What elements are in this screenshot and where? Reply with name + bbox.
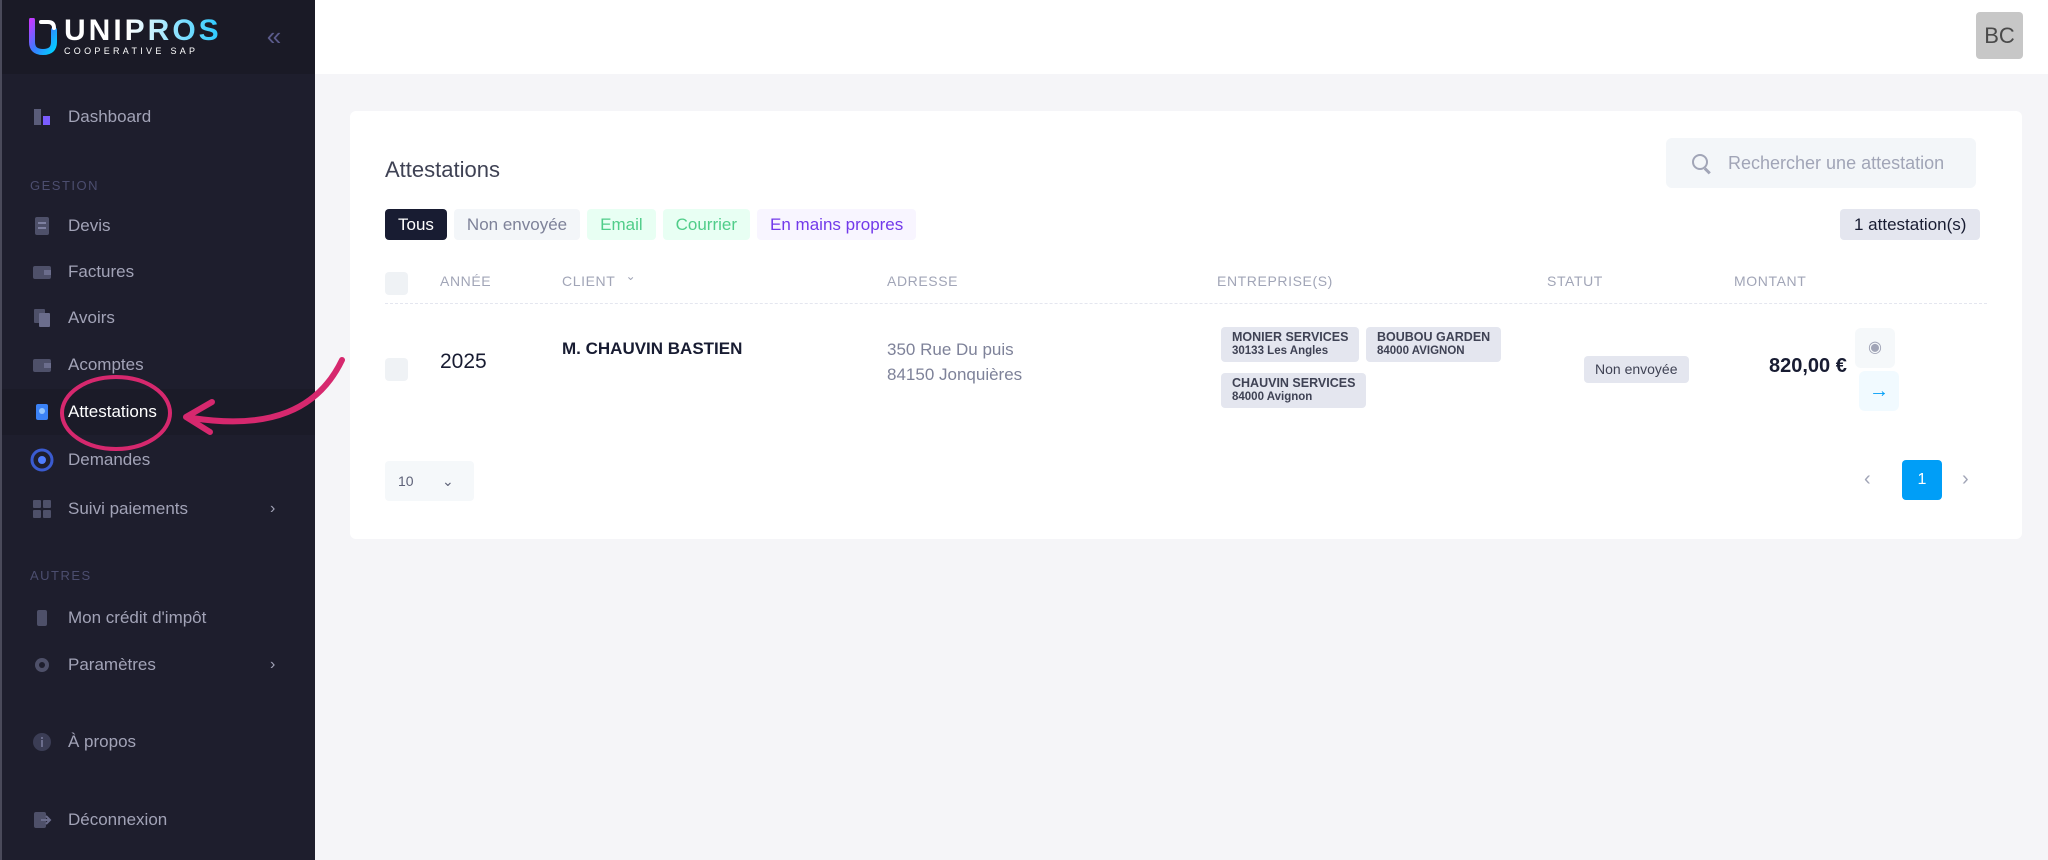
- sidebar-item-factures[interactable]: Factures: [2, 249, 315, 295]
- count-badge: 1 attestation(s): [1840, 209, 1981, 240]
- sidebar-item-label: Mon crédit d'impôt: [68, 608, 207, 627]
- entreprise-name: BOUBOU GARDEN: [1377, 330, 1491, 344]
- logo-mark-icon: [28, 17, 58, 56]
- row-checkbox[interactable]: [385, 358, 408, 381]
- entreprise-badge: MONIER SERVICES 30133 Les Angles: [1221, 327, 1360, 362]
- pagination-page-current[interactable]: 1: [1902, 460, 1942, 500]
- sidebar-item-a-propos[interactable]: À propos: [2, 719, 315, 765]
- sidebar-item-label: Avoirs: [68, 308, 115, 327]
- grid-icon: [32, 499, 52, 519]
- column-header-montant[interactable]: MONTANT: [1734, 273, 1806, 289]
- sidebar-item-deconnexion[interactable]: Déconnexion: [2, 797, 315, 843]
- pagination-next-icon[interactable]: ›: [1962, 468, 1969, 491]
- filter-non-envoyee[interactable]: Non envoyée: [453, 209, 581, 240]
- sidebar-item-dashboard[interactable]: Dashboard: [2, 94, 315, 140]
- table-row[interactable]: 2025 M. CHAUVIN BASTIEN 350 Rue Du puis …: [385, 305, 1987, 435]
- sidebar-item-label: Acomptes: [68, 355, 144, 374]
- section-title-gestion: GESTION: [30, 178, 100, 193]
- row-annee: 2025: [440, 350, 487, 373]
- filter-courrier[interactable]: Courrier: [662, 209, 751, 240]
- entreprise-badge: CHAUVIN SERVICES 84000 Avignon: [1221, 373, 1367, 408]
- sidebar-item-parametres[interactable]: Paramètres ›: [2, 642, 315, 688]
- adresse-line-2: 84150 Jonquières: [887, 365, 1023, 384]
- certificate-icon: [32, 402, 52, 422]
- select-all-checkbox[interactable]: [385, 272, 408, 295]
- sort-chevron-down-icon: ⌄: [625, 269, 637, 283]
- topbar: BC: [315, 0, 2048, 74]
- sidebar-item-credit-impot[interactable]: Mon crédit d'impôt: [2, 595, 315, 641]
- wallet-icon: [32, 262, 52, 282]
- gear-icon: [32, 655, 52, 675]
- entreprise-badge: BOUBOU GARDEN 84000 AVIGNON: [1366, 327, 1502, 362]
- search-box[interactable]: [1666, 138, 1976, 188]
- column-header-annee[interactable]: ANNÉE: [440, 273, 491, 289]
- section-title-autres: AUTRES: [30, 568, 92, 583]
- row-client[interactable]: M. CHAUVIN BASTIEN: [562, 339, 742, 359]
- sidebar-item-attestations[interactable]: Attestations: [2, 389, 315, 435]
- filter-en-mains-propres[interactable]: En mains propres: [757, 209, 917, 240]
- sidebar-item-label: Demandes: [68, 450, 151, 469]
- sidebar-header: UNIPROS COOPERATIVE SAP «: [2, 0, 315, 74]
- sidebar-item-label: Factures: [68, 262, 135, 281]
- tag-icon: [32, 608, 52, 628]
- entreprise-city: 84000 Avignon: [1232, 391, 1313, 403]
- entreprise-name: CHAUVIN SERVICES: [1232, 376, 1356, 390]
- sidebar-item-acomptes[interactable]: Acomptes: [2, 342, 315, 388]
- sidebar-item-label: Suivi paiements: [68, 499, 189, 518]
- dashboard-icon: [32, 107, 52, 127]
- filter-tous[interactable]: Tous: [385, 209, 447, 240]
- column-header-entreprises[interactable]: ENTREPRISE(S): [1217, 273, 1333, 289]
- sidebar-item-label: Paramètres: [68, 655, 156, 674]
- sidebar-item-devis[interactable]: Devis: [2, 203, 315, 249]
- status-filters: Tous Non envoyée Email Courrier En mains…: [385, 209, 917, 240]
- entreprise-name: MONIER SERVICES: [1232, 330, 1349, 344]
- files-icon: [32, 308, 52, 328]
- document-icon: [32, 216, 52, 236]
- view-eye-icon[interactable]: ◉: [1855, 328, 1895, 368]
- search-icon: [1691, 153, 1711, 173]
- target-icon: [30, 448, 54, 472]
- page-size-select[interactable]: 10 ⌄: [385, 461, 474, 501]
- column-header-adresse[interactable]: ADRESSE: [887, 273, 958, 289]
- info-icon: [32, 732, 52, 752]
- page-title: Attestations: [385, 157, 500, 182]
- entreprise-city: 84000 AVIGNON: [1377, 345, 1465, 357]
- sidebar-item-avoirs[interactable]: Avoirs: [2, 295, 315, 341]
- logo-subtitle: COOPERATIVE SAP: [64, 46, 199, 56]
- sidebar: UNIPROS COOPERATIVE SAP « Dashboard GEST…: [0, 0, 315, 860]
- collapse-sidebar-icon[interactable]: «: [260, 22, 288, 50]
- sidebar-item-label: Déconnexion: [68, 810, 168, 829]
- page-size-value: 10: [398, 473, 414, 489]
- status-badge: Non envoyée: [1584, 356, 1689, 383]
- adresse-line-1: 350 Rue Du puis: [887, 340, 1014, 359]
- sidebar-item-label: Devis: [68, 216, 111, 235]
- attestations-card: Attestations Tous Non envoyée Email Cour…: [350, 111, 2022, 539]
- chevron-right-icon: ›: [270, 500, 276, 517]
- row-adresse: 350 Rue Du puis 84150 Jonquières: [887, 337, 1022, 387]
- chevron-right-icon: ›: [270, 656, 276, 673]
- column-header-statut[interactable]: STATUT: [1547, 273, 1603, 289]
- sidebar-item-suivi-paiements[interactable]: Suivi paiements ›: [2, 486, 315, 532]
- arrow-right-icon[interactable]: →: [1859, 371, 1899, 411]
- logo-title: UNIPROS: [64, 14, 222, 47]
- sidebar-item-label: À propos: [68, 732, 137, 751]
- entreprise-city: 30133 Les Angles: [1232, 345, 1329, 357]
- avatar[interactable]: BC: [1976, 12, 2023, 59]
- logout-icon: [32, 810, 52, 830]
- filter-email[interactable]: Email: [587, 209, 656, 240]
- wallet-icon: [32, 355, 52, 375]
- logo[interactable]: UNIPROS COOPERATIVE SAP: [28, 14, 222, 56]
- table-header: ANNÉE CLIENT ⌄ ADRESSE ENTREPRISE(S) STA…: [385, 262, 1987, 304]
- pagination-prev-icon[interactable]: ‹: [1864, 468, 1871, 491]
- sidebar-item-label: Dashboard: [68, 107, 152, 126]
- row-montant: 820,00 €: [1769, 355, 1847, 377]
- search-input[interactable]: [1728, 152, 1968, 174]
- sidebar-item-label: Attestations: [68, 402, 157, 421]
- chevron-down-icon: ⌄: [442, 473, 454, 489]
- sidebar-item-demandes[interactable]: Demandes: [2, 437, 315, 483]
- column-header-label: CLIENT: [562, 273, 616, 289]
- column-header-client[interactable]: CLIENT ⌄: [562, 269, 636, 289]
